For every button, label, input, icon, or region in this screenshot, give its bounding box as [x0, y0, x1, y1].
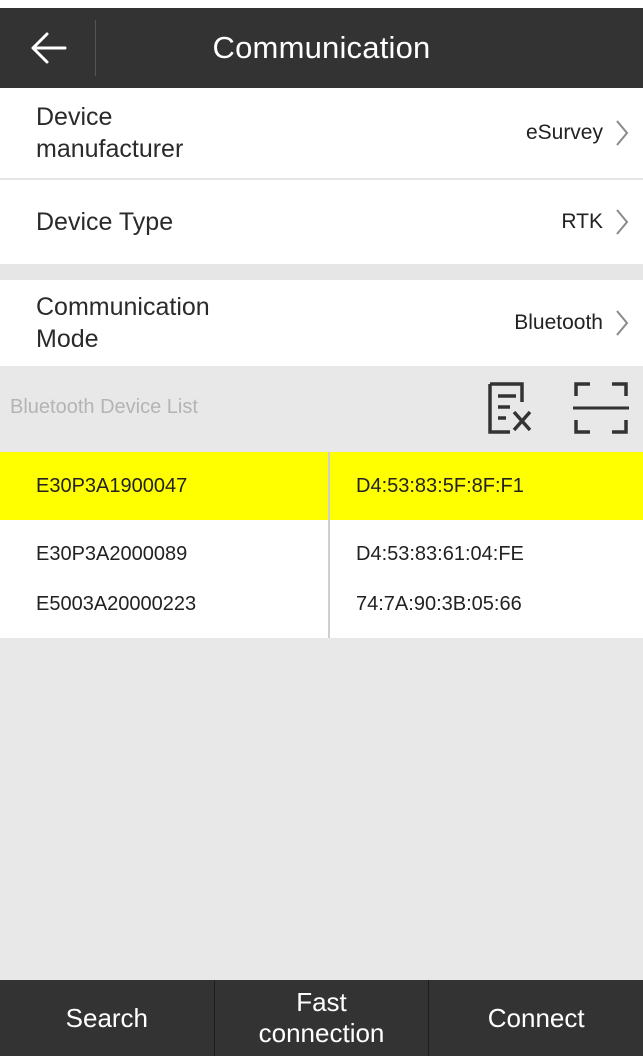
communication-mode-value: Bluetooth [514, 311, 603, 334]
search-button[interactable]: Search [0, 980, 215, 1056]
page-title: Communication [212, 30, 431, 65]
column-divider [328, 452, 330, 638]
device-row[interactable]: E5003A20000223 74:7A:90:3B:05:66 [0, 570, 643, 638]
device-list-header: Bluetooth Device List [0, 366, 643, 452]
communication-mode-row[interactable]: Communication Mode Bluetooth [0, 280, 643, 366]
empty-list-area [0, 638, 643, 980]
chevron-right-icon [616, 209, 629, 235]
fast-connection-button[interactable]: Fast connection [215, 980, 430, 1056]
connect-button[interactable]: Connect [429, 980, 643, 1056]
communication-mode-label-line1: Communication [36, 293, 210, 321]
status-strip [0, 0, 643, 8]
device-manufacturer-label-line2: manufacturer [36, 135, 184, 163]
communication-mode-label: Communication Mode [36, 291, 210, 355]
fast-connection-label-line1: Fast [296, 987, 347, 1017]
chevron-right-icon [616, 120, 629, 146]
device-list-title: Bluetooth Device List [10, 396, 198, 418]
app-bar: Communication [0, 8, 643, 88]
device-name: E5003A20000223 [36, 592, 197, 615]
device-type-value: RTK [561, 210, 603, 233]
arrow-left-icon [31, 32, 66, 64]
device-mac: D4:53:83:5F:8F:F1 [356, 474, 524, 497]
device-manufacturer-row[interactable]: Device manufacturer eSurvey [0, 88, 643, 178]
device-row-selected[interactable]: E30P3A1900047 D4:53:83:5F:8F:F1 [0, 452, 643, 520]
device-mac: 74:7A:90:3B:05:66 [356, 592, 522, 615]
communication-mode-label-line2: Mode [36, 325, 99, 353]
device-manufacturer-label: Device manufacturer [36, 101, 183, 165]
device-type-label: Device Type [36, 208, 174, 236]
device-manufacturer-label-line1: Device [36, 103, 113, 131]
bottom-action-bar: Search Fast connection Connect [0, 980, 643, 1056]
fast-connection-label-line2: connection [258, 1018, 385, 1048]
chevron-right-icon [616, 310, 629, 336]
section-gap [0, 264, 643, 280]
device-name: E30P3A1900047 [36, 474, 188, 497]
back-button[interactable] [0, 8, 95, 88]
device-type-row[interactable]: Device Type RTK [0, 180, 643, 264]
device-manufacturer-value: eSurvey [525, 121, 603, 144]
clear-list-icon[interactable] [486, 380, 536, 436]
scan-frame-icon[interactable] [572, 380, 630, 436]
